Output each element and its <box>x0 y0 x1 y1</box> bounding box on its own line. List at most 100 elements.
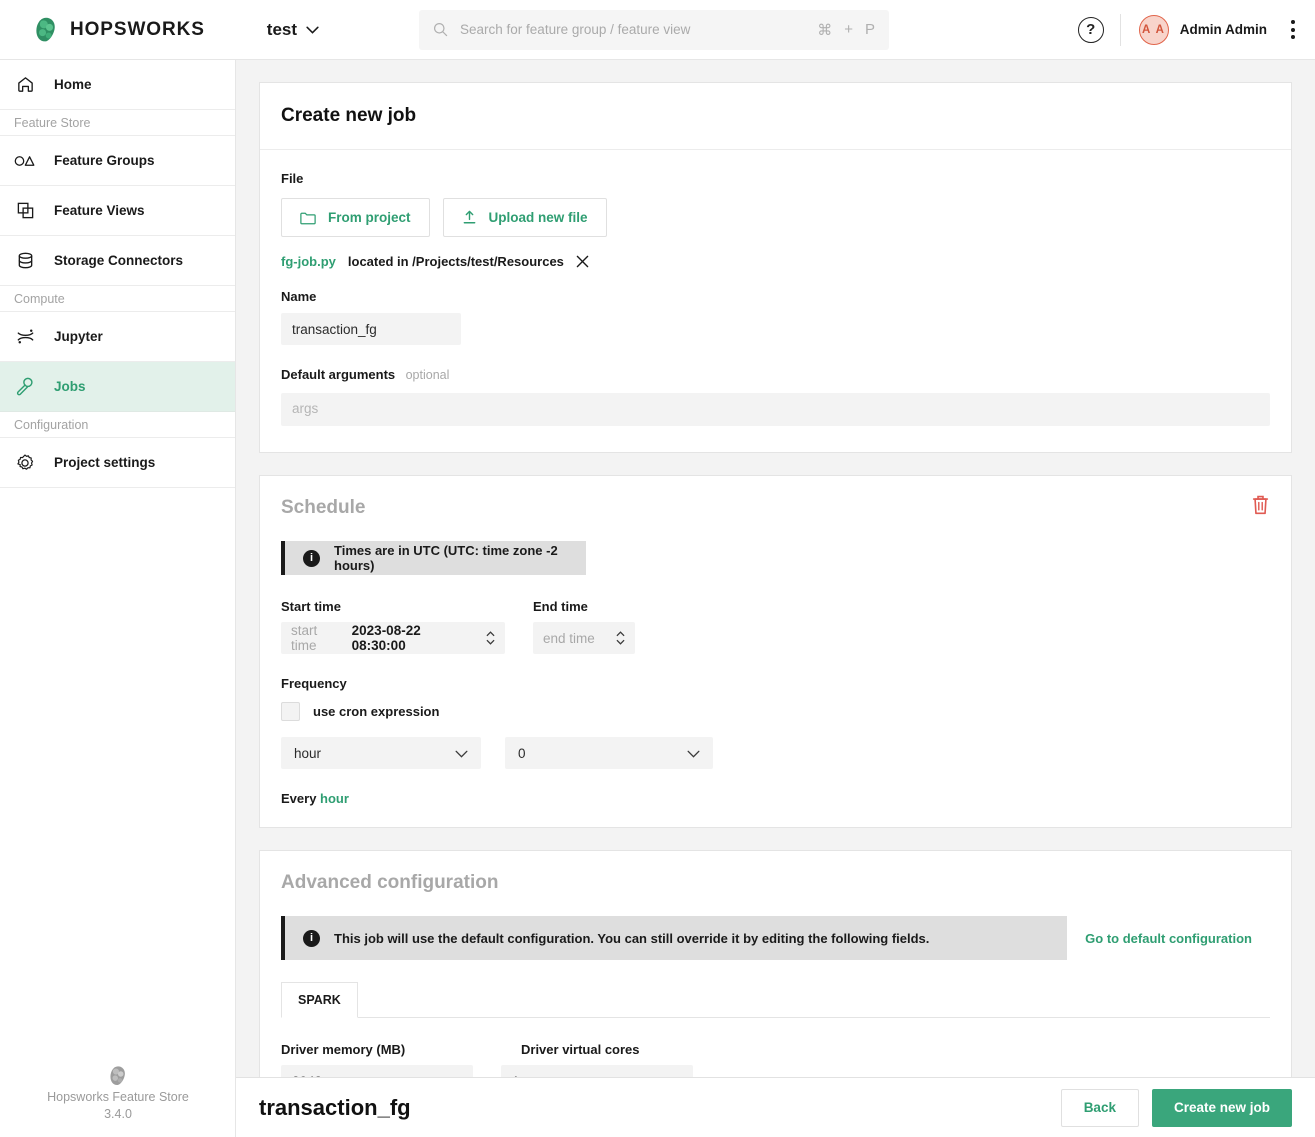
default-arguments-input[interactable] <box>281 393 1270 426</box>
info-icon: i <box>303 930 320 947</box>
search-input[interactable] <box>458 21 807 38</box>
info-icon: i <box>303 550 320 567</box>
start-time-input[interactable]: start time 2023-08-22 08:30:00 <box>281 622 505 654</box>
brand-name: HOPSWORKS <box>70 19 205 41</box>
chevron-down-icon <box>455 746 468 761</box>
default-configuration-banner: i This job will use the default configur… <box>281 916 1270 960</box>
sidebar-item-project-settings[interactable]: Project settings <box>0 438 235 488</box>
default-configuration-text: This job will use the default configurat… <box>334 931 929 946</box>
brand[interactable]: HOPSWORKS <box>32 16 205 44</box>
frequency-offset-value: 0 <box>518 746 526 761</box>
help-icon[interactable]: ? <box>1078 17 1104 43</box>
file-label: File <box>281 171 1270 186</box>
driver-memory-label: Driver memory (MB) <box>281 1042 493 1057</box>
go-to-default-configuration-button[interactable]: Go to default configuration <box>1067 916 1270 960</box>
schedule-title: Schedule <box>281 497 1270 519</box>
sidebar-group-configuration: Configuration <box>0 412 235 438</box>
sidebar-item-jupyter[interactable]: Jupyter <box>0 312 235 362</box>
default-arguments-optional: optional <box>406 368 450 382</box>
sidebar-group-compute: Compute <box>0 286 235 312</box>
sidebar-item-storage-connectors[interactable]: Storage Connectors <box>0 236 235 286</box>
sidebar-group-feature-store: Feature Store <box>0 110 235 136</box>
feature-views-icon <box>12 201 38 220</box>
end-time-stepper[interactable] <box>610 631 625 645</box>
frequency-offset-select[interactable]: 0 <box>505 737 713 769</box>
sidebar-item-feature-groups[interactable]: Feature Groups <box>0 136 235 186</box>
feature-groups-icon <box>12 154 38 168</box>
job-name-input[interactable] <box>281 313 461 345</box>
sidebar-item-jobs[interactable]: Jobs <box>0 362 235 412</box>
sidebar-item-feature-views[interactable]: Feature Views <box>0 186 235 236</box>
sidebar-item-label: Feature Groups <box>54 153 155 168</box>
chevron-down-icon <box>687 746 700 761</box>
folder-icon <box>300 211 316 225</box>
divider <box>1120 14 1121 46</box>
gear-icon <box>12 453 38 473</box>
main-content: Create new job File From project Upload … <box>236 60 1315 1137</box>
frequency-unit-value: hour <box>294 746 321 761</box>
cron-checkbox-row: use cron expression <box>281 702 1270 721</box>
footer-version: 3.4.0 <box>104 1107 132 1121</box>
end-time-label: End time <box>533 599 588 614</box>
back-button[interactable]: Back <box>1061 1089 1139 1127</box>
chevron-down-icon <box>306 26 319 34</box>
project-selector[interactable]: test <box>267 20 319 40</box>
selected-file-name[interactable]: fg-job.py <box>281 254 336 269</box>
overflow-menu-icon[interactable] <box>1285 14 1301 45</box>
schedule-card: Schedule i Times are in UTC (UTC: time z… <box>259 475 1292 828</box>
top-bar-right: ? A A Admin Admin <box>1078 14 1301 46</box>
delete-schedule-button[interactable] <box>1251 494 1270 521</box>
shortcut-plus: + <box>844 21 853 38</box>
global-search[interactable]: ⌘ + P <box>419 10 889 50</box>
project-name: test <box>267 20 297 40</box>
create-new-job-button[interactable]: Create new job <box>1152 1089 1292 1127</box>
trash-icon <box>1251 494 1270 516</box>
close-icon <box>576 255 589 268</box>
utc-info-text: Times are in UTC (UTC: time zone -2 hour… <box>334 543 568 573</box>
driver-cores-label: Driver virtual cores <box>521 1042 640 1057</box>
user-menu[interactable]: A A Admin Admin <box>1139 15 1267 45</box>
sidebar-item-home[interactable]: Home <box>0 60 235 110</box>
config-tabs: SPARK <box>281 982 1270 1018</box>
frequency-selects-row: hour 0 <box>281 737 1270 769</box>
time-fields-row: start time 2023-08-22 08:30:00 end time <box>281 622 1270 654</box>
jobs-icon <box>12 376 38 397</box>
footer-product-name: Hopsworks Feature Store <box>47 1090 189 1104</box>
frequency-summary-value: hour <box>320 791 349 806</box>
home-icon <box>12 75 38 94</box>
end-time-input[interactable]: end time <box>533 622 635 654</box>
upload-new-file-button[interactable]: Upload new file <box>443 198 607 237</box>
frequency-unit-select[interactable]: hour <box>281 737 481 769</box>
action-buttons: Back Create new job <box>1061 1089 1292 1127</box>
start-time-placeholder: start time <box>291 623 344 653</box>
from-project-button[interactable]: From project <box>281 198 430 237</box>
frequency-label: Frequency <box>281 676 1270 691</box>
hopsworks-footer-logo-icon <box>107 1065 129 1087</box>
sidebar-item-label: Jupyter <box>54 329 103 344</box>
search-shortcut: ⌘ + P <box>817 21 875 39</box>
sidebar-item-label: Project settings <box>54 455 155 470</box>
frequency-summary-prefix: Every <box>281 791 316 806</box>
frequency-summary: Every hour <box>281 791 1270 806</box>
start-time-value: 2023-08-22 08:30:00 <box>352 623 472 653</box>
sidebar-item-label: Jobs <box>54 379 86 394</box>
sidebar: Home Feature Store Feature Groups Featur… <box>0 60 236 1137</box>
create-job-card-body: File From project Upload new file <box>260 150 1291 452</box>
default-arguments-label: Default arguments <box>281 367 395 382</box>
remove-file-button[interactable] <box>576 255 589 268</box>
top-bar: HOPSWORKS test ⌘ + P ? A A Admin Admin <box>0 0 1315 60</box>
tab-spark[interactable]: SPARK <box>281 982 358 1018</box>
driver-labels-row: Driver memory (MB) Driver virtual cores <box>281 1042 1270 1057</box>
use-cron-checkbox[interactable] <box>281 702 300 721</box>
start-time-stepper[interactable] <box>480 631 495 645</box>
upload-icon <box>462 210 477 225</box>
shortcut-p-key: P <box>865 21 875 38</box>
end-time-placeholder: end time <box>543 631 595 646</box>
selected-file-chip: fg-job.py located in /Projects/test/Reso… <box>281 254 1270 269</box>
avatar: A A <box>1139 15 1169 45</box>
selected-file-location: located in /Projects/test/Resources <box>348 254 564 269</box>
advanced-configuration-title: Advanced configuration <box>281 872 1270 894</box>
upload-new-file-label: Upload new file <box>489 210 588 225</box>
name-label: Name <box>281 289 1270 304</box>
utc-info-banner: i Times are in UTC (UTC: time zone -2 ho… <box>281 541 586 575</box>
